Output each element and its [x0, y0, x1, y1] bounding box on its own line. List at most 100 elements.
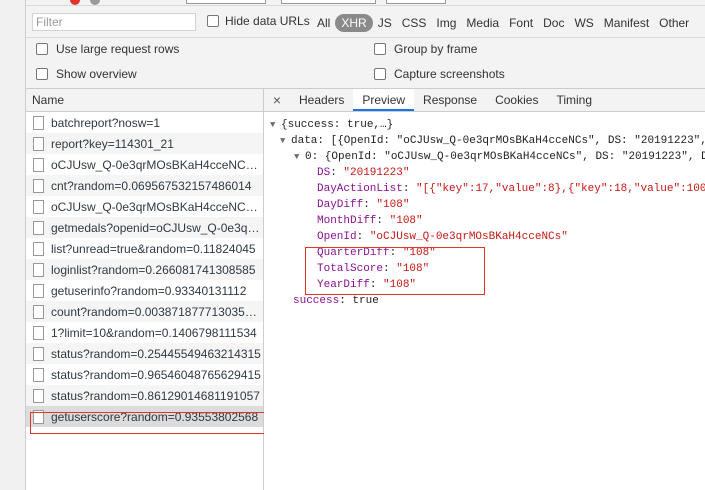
- filter-input[interactable]: [32, 13, 196, 31]
- type-filter-media[interactable]: Media: [461, 14, 504, 32]
- request-name: report?key=114301_21: [51, 136, 174, 151]
- group-by-frame-checkbox[interactable]: [374, 43, 386, 55]
- expand-arrow-icon[interactable]: ▼: [270, 117, 281, 133]
- tree-root-text: {success: true,…}: [281, 119, 394, 131]
- request-name: oCJUsw_Q-0e3qrMOsBKaH4cceNCs?random=0.1: [51, 199, 261, 214]
- filter-bar: Hide data URLs AllXHRJSCSSImgMediaFontDo…: [26, 6, 705, 38]
- tab-preview[interactable]: Preview: [353, 89, 415, 111]
- request-row[interactable]: report?key=114301_21: [26, 133, 263, 154]
- hide-data-urls-checkbox[interactable]: [207, 15, 219, 27]
- close-icon[interactable]: ×: [264, 89, 290, 111]
- large-rows-checkbox[interactable]: [36, 43, 48, 55]
- type-filter-doc[interactable]: Doc: [538, 14, 569, 32]
- tree-field-quarterdiff: QuarterDiff: "108": [317, 245, 436, 261]
- request-name: status?random=0.25445549463214315: [51, 346, 261, 361]
- request-name: loginlist?random=0.266081741308585: [51, 262, 256, 277]
- request-row[interactable]: oCJUsw_Q-0e3qrMOsBKaH4cceNCs?random=0.69: [26, 154, 263, 175]
- file-icon: [33, 304, 44, 319]
- request-name: count?random=0.003871877713035921: [51, 304, 261, 319]
- field-key: DS: [317, 167, 331, 179]
- request-row[interactable]: list?unread=true&random=0.11824045: [26, 238, 263, 259]
- request-name: 1?limit=10&random=0.1406798111534: [51, 325, 257, 340]
- field-value: "108": [396, 263, 430, 275]
- request-row[interactable]: count?random=0.003871877713035921: [26, 301, 263, 322]
- detail-tabs: × Headers Preview Response Cookies Timing: [264, 89, 705, 112]
- field-value: "108": [383, 279, 417, 291]
- options-panel: Use large request rows Show overview Gro…: [26, 38, 705, 89]
- tree-field-yeardiff: YearDiff: "108": [317, 277, 416, 293]
- field-key: OpenId: [317, 231, 357, 243]
- type-filter-ws[interactable]: WS: [569, 14, 598, 32]
- expand-arrow-icon[interactable]: ▼: [280, 133, 291, 149]
- name-column-header[interactable]: Name: [26, 89, 263, 112]
- request-row[interactable]: getuserscore?random=0.93553802568: [26, 406, 263, 427]
- request-row[interactable]: oCJUsw_Q-0e3qrMOsBKaH4cceNCs?random=0.1: [26, 196, 263, 217]
- type-filter-img[interactable]: Img: [431, 14, 461, 32]
- tree-success-line: success: true: [293, 293, 379, 309]
- file-icon: [33, 115, 44, 130]
- tree-item-text: 0: {OpenId: "oCJUsw_Q-0e3qrMOsBKaH4cceNC…: [305, 151, 705, 163]
- field-key: MonthDiff: [317, 215, 377, 227]
- tree-data-line: ▼ data: [{OpenId: "oCJUsw_Q-0e3qrMOsBKaH4…: [280, 133, 705, 149]
- type-filter-css[interactable]: CSS: [397, 14, 432, 32]
- preserve-log-partial: [186, 0, 266, 4]
- file-icon: [33, 409, 44, 424]
- hide-data-urls-label: Hide data URLs: [225, 14, 310, 28]
- large-rows-option[interactable]: Use large request rows: [36, 42, 179, 56]
- group-by-frame-option[interactable]: Group by frame: [374, 42, 477, 56]
- show-overview-option[interactable]: Show overview: [36, 67, 137, 81]
- tab-response[interactable]: Response: [414, 89, 486, 111]
- request-row[interactable]: loginlist?random=0.266081741308585: [26, 259, 263, 280]
- request-name: cnt?random=0.069567532157486014: [51, 178, 252, 193]
- tab-cookies[interactable]: Cookies: [486, 89, 547, 111]
- request-list: batchreport?nosw=1 report?key=114301_21 oC…: [26, 112, 263, 427]
- disable-cache-partial: [281, 0, 376, 4]
- request-row[interactable]: cnt?random=0.069567532157486014: [26, 175, 263, 196]
- online-select-partial: [386, 0, 446, 4]
- request-row[interactable]: getuserinfo?random=0.93340131112: [26, 280, 263, 301]
- type-filter-group: All XHR JS CSS Img Media Font Doc WS Manifest Othe…: [312, 14, 694, 32]
- large-rows-label: Use large request rows: [56, 42, 180, 56]
- type-filter-font[interactable]: Font: [504, 14, 538, 32]
- request-row[interactable]: status?random=0.86129014681191057: [26, 385, 263, 406]
- request-name: list?unread=true&random=0.11824045: [51, 241, 256, 256]
- request-name: batchreport?nosw=1: [51, 115, 161, 130]
- tab-timing[interactable]: Timing: [547, 89, 601, 111]
- request-row[interactable]: status?random=0.25445549463214315: [26, 343, 263, 364]
- field-value: "108": [389, 215, 423, 227]
- request-name: oCJUsw_Q-0e3qrMOsBKaH4cceNCs?random=0.69: [51, 157, 261, 172]
- file-icon: [33, 262, 44, 277]
- request-name: getuserinfo?random=0.93340131112: [51, 283, 247, 298]
- field-colon: :: [389, 247, 403, 259]
- field-key: QuarterDiff: [317, 247, 390, 259]
- type-filter-js[interactable]: JS: [373, 14, 397, 32]
- type-filter-manifest[interactable]: Manifest: [599, 14, 654, 32]
- request-row[interactable]: batchreport?nosw=1: [26, 112, 263, 133]
- record-icon[interactable]: [70, 0, 80, 5]
- field-value: "[{"key":17,"value":8},{"key":18,"value"…: [416, 183, 705, 195]
- file-icon: [33, 367, 44, 382]
- file-icon: [33, 346, 44, 361]
- request-row[interactable]: 1?limit=10&random=0.1406798111534: [26, 322, 263, 343]
- field-key: YearDiff: [317, 279, 370, 291]
- type-filter-xhr[interactable]: XHR: [335, 14, 373, 32]
- request-row[interactable]: status?random=0.96546048765629415: [26, 364, 263, 385]
- field-colon: :: [383, 263, 397, 275]
- type-filter-all[interactable]: All: [312, 14, 335, 32]
- request-name: getuserscore?random=0.93553802568: [51, 409, 259, 424]
- clear-icon[interactable]: [90, 0, 100, 5]
- request-row[interactable]: getmedals?openid=oCJUsw_Q-0e3qrMOsBKaH4: [26, 217, 263, 238]
- type-filter-other[interactable]: Other: [654, 14, 694, 32]
- request-name: getmedals?openid=oCJUsw_Q-0e3qrMOsBKaH4: [51, 220, 261, 235]
- show-overview-label: Show overview: [56, 67, 137, 81]
- capture-screenshots-option[interactable]: Capture screenshots: [374, 67, 505, 81]
- capture-screenshots-label: Capture screenshots: [394, 67, 505, 81]
- file-icon: [33, 241, 44, 256]
- success-value: true: [352, 295, 379, 307]
- show-overview-checkbox[interactable]: [36, 68, 48, 80]
- expand-arrow-icon[interactable]: ▼: [294, 149, 305, 165]
- success-colon: :: [339, 295, 353, 307]
- capture-screenshots-checkbox[interactable]: [374, 68, 386, 80]
- hide-data-urls-toggle[interactable]: Hide data URLs: [207, 14, 310, 28]
- tab-headers[interactable]: Headers: [290, 89, 353, 111]
